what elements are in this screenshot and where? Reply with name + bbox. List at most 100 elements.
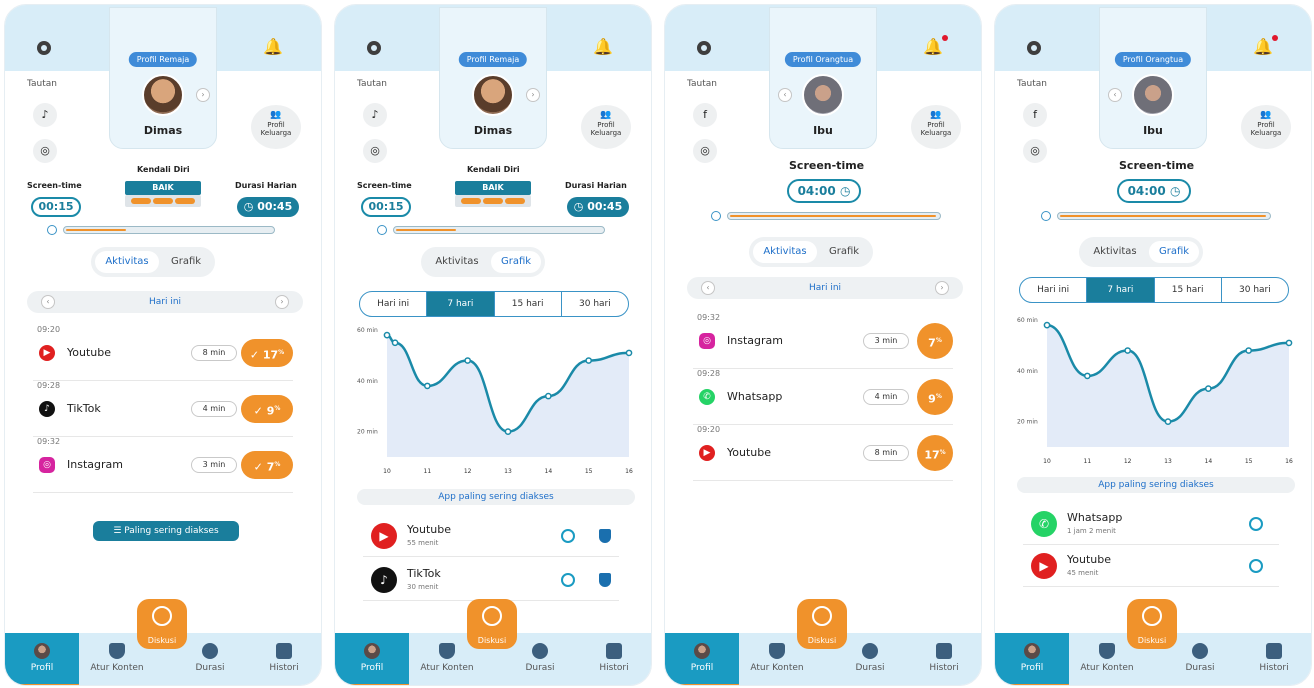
bell-icon[interactable]: 🔔 [1253, 35, 1278, 56]
view-toggle[interactable]: Aktivitas Grafik [421, 247, 545, 277]
most-accessed-button[interactable]: ☰ Paling sering diakses [93, 521, 239, 541]
range-option[interactable]: 30 hari [1222, 278, 1288, 302]
tab-grafik[interactable]: Grafik [491, 251, 541, 273]
diskusi-button[interactable]: Diskusi [137, 599, 187, 649]
bell-icon[interactable]: 🔔 [593, 37, 613, 56]
view-toggle[interactable]: Aktivitas Grafik [749, 237, 873, 267]
chevron-left-icon[interactable]: ‹ [1108, 88, 1122, 102]
app-name: Youtube [407, 523, 451, 536]
tab-profil[interactable]: Profil [665, 633, 739, 685]
tab-grafik[interactable]: Grafik [1149, 241, 1199, 263]
tautan-label: Tautan [1017, 79, 1047, 89]
tab-histori[interactable]: Histori [579, 633, 649, 685]
range-option[interactable]: 30 hari [562, 292, 628, 316]
tab-histori[interactable]: Histori [909, 633, 979, 685]
clock-icon [1192, 643, 1208, 659]
chat-icon[interactable] [561, 529, 575, 543]
diskusi-button[interactable]: Diskusi [1127, 599, 1177, 649]
list-item[interactable]: 09:32 ◎ Instagram 3 min 7% [693, 313, 953, 369]
view-toggle[interactable]: Aktivitas Grafik [1079, 237, 1203, 267]
chevron-right-icon[interactable]: › [526, 88, 540, 102]
range-option[interactable]: 7 hari [1087, 278, 1155, 302]
profile-card[interactable]: Profil Orangtua Ibu ‹ [769, 7, 877, 149]
profile-card[interactable]: Profil Orangtua Ibu ‹ [1099, 7, 1207, 149]
range-selector[interactable]: Hari ini 7 hari 15 hari 30 hari [1019, 277, 1289, 303]
facebook-icon[interactable]: f [693, 103, 717, 127]
range-option[interactable]: 15 hari [495, 292, 562, 316]
app-name: Youtube [1067, 553, 1111, 566]
range-option[interactable]: 15 hari [1155, 278, 1222, 302]
tab-aktivitas[interactable]: Aktivitas [425, 251, 489, 273]
tab-aktivitas[interactable]: Aktivitas [1083, 241, 1147, 263]
chevron-right-icon[interactable]: › [275, 295, 289, 309]
range-option[interactable]: Hari ini [360, 292, 428, 316]
history-icon [1266, 643, 1282, 659]
gear-icon[interactable] [37, 41, 51, 55]
tautan-label: Tautan [687, 79, 717, 89]
list-item[interactable]: 09:20 ▶ Youtube 8 min 17% [693, 425, 953, 481]
range-selector[interactable]: Hari ini 7 hari 15 hari 30 hari [359, 291, 629, 317]
instagram-icon[interactable]: ◎ [1023, 139, 1047, 163]
shield-icon[interactable] [599, 529, 611, 543]
bell-icon[interactable]: 🔔 [923, 35, 948, 56]
list-item[interactable]: ✆ Whatsapp 1 jam 2 menit [1023, 505, 1279, 545]
diskusi-button[interactable]: Diskusi [467, 599, 517, 649]
family-profile-button[interactable]: 👥 Profil Keluarga [251, 105, 301, 149]
activity-app: Youtube [67, 346, 111, 359]
profile-card[interactable]: Profil Remaja Dimas › [109, 7, 217, 149]
tab-grafik[interactable]: Grafik [161, 251, 211, 273]
activity-minutes: 4 min [191, 401, 237, 417]
family-icon: 👥 [270, 110, 282, 120]
tab-aktivitas[interactable]: Aktivitas [95, 251, 159, 273]
chart-point [423, 382, 431, 390]
history-icon [276, 643, 292, 659]
tab-grafik[interactable]: Grafik [819, 241, 869, 263]
family-profile-button[interactable]: 👥 Profil Keluarga [911, 105, 961, 149]
view-toggle[interactable]: Aktivitas Grafik [91, 247, 215, 277]
tiktok-icon[interactable]: ♪ [363, 103, 387, 127]
list-item[interactable]: 09:28 ♪ TikTok 4 min ✓ 9% [33, 381, 293, 437]
tab-profil[interactable]: Profil [995, 633, 1069, 685]
chevron-right-icon[interactable]: › [196, 88, 210, 102]
instagram-icon[interactable]: ◎ [363, 139, 387, 163]
chat-icon[interactable] [561, 573, 575, 587]
chevron-right-icon[interactable]: › [935, 281, 949, 295]
range-option[interactable]: Hari ini [1020, 278, 1088, 302]
chevron-left-icon[interactable]: ‹ [701, 281, 715, 295]
profile-card[interactable]: Profil Remaja Dimas › [439, 7, 547, 149]
list-item[interactable]: ▶ Youtube 55 menit [363, 517, 619, 557]
list-item[interactable]: 09:20 ▶ Youtube 8 min ✓ 17% [33, 325, 293, 381]
chevron-left-icon[interactable]: ‹ [778, 88, 792, 102]
shield-icon[interactable] [599, 573, 611, 587]
activity-minutes: 8 min [191, 345, 237, 361]
list-item[interactable]: 09:32 ◎ Instagram 3 min ✓ 7% [33, 437, 293, 493]
list-item[interactable]: ♪ TikTok 30 menit [363, 561, 619, 601]
family-profile-button[interactable]: 👥 Profil Keluarga [581, 105, 631, 149]
avatar [802, 74, 844, 116]
tab-histori[interactable]: Histori [249, 633, 319, 685]
facebook-icon[interactable]: f [1023, 103, 1047, 127]
family-profile-button[interactable]: 👥 Profil Keluarga [1241, 105, 1291, 149]
instagram-icon[interactable]: ◎ [693, 139, 717, 163]
tiktok-icon[interactable]: ♪ [33, 103, 57, 127]
date-selector[interactable]: ‹ Hari ini › [687, 277, 963, 299]
gear-icon[interactable] [1027, 41, 1041, 55]
range-option[interactable]: 7 hari [427, 292, 495, 316]
family-icon: 👥 [600, 110, 612, 120]
bell-icon[interactable]: 🔔 [263, 37, 283, 56]
diskusi-button[interactable]: Diskusi [797, 599, 847, 649]
chat-icon[interactable] [1249, 559, 1263, 573]
chevron-left-icon[interactable]: ‹ [41, 295, 55, 309]
date-selector[interactable]: ‹ Hari ini › [27, 291, 303, 313]
nav-label: Durasi [1185, 663, 1215, 673]
gear-icon[interactable] [367, 41, 381, 55]
tab-histori[interactable]: Histori [1239, 633, 1309, 685]
list-item[interactable]: 09:28 ✆ Whatsapp 4 min 9% [693, 369, 953, 425]
list-item[interactable]: ▶ Youtube 45 menit [1023, 547, 1279, 587]
gear-icon[interactable] [697, 41, 711, 55]
tab-profil[interactable]: Profil [5, 633, 79, 685]
tab-aktivitas[interactable]: Aktivitas [753, 241, 817, 263]
chat-icon[interactable] [1249, 517, 1263, 531]
tab-profil[interactable]: Profil [335, 633, 409, 685]
instagram-icon[interactable]: ◎ [33, 139, 57, 163]
